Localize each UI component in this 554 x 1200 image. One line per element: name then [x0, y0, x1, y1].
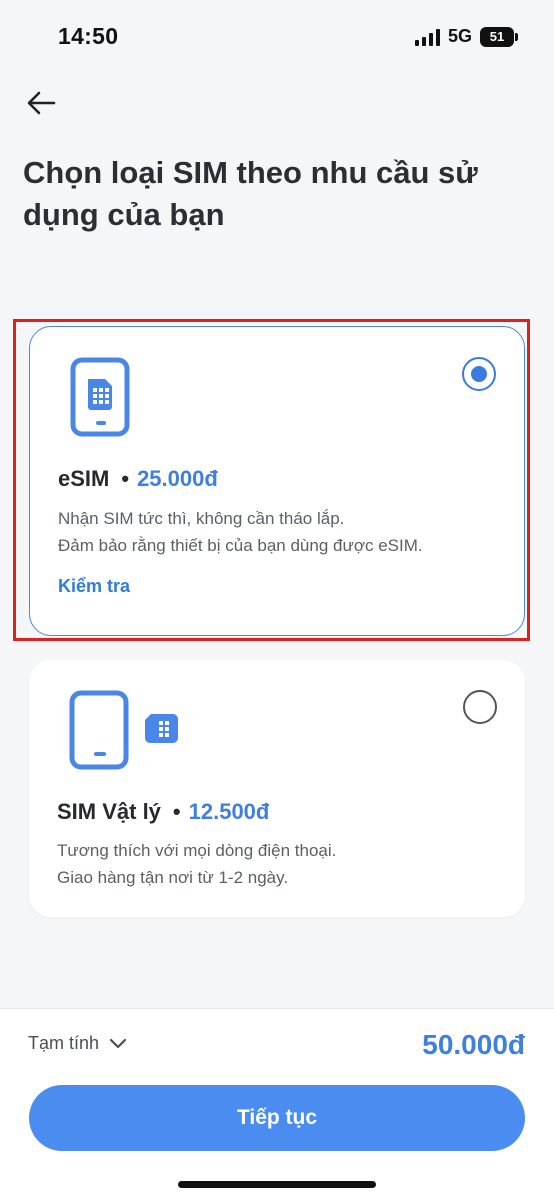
chevron-down-icon — [109, 1038, 127, 1048]
status-time: 14:50 — [58, 23, 119, 49]
physical-sim-price: 12.500đ — [188, 799, 270, 824]
physical-sim-option-card[interactable]: SIM Vật lý • 12.500đ Tương thích với mọi… — [29, 660, 525, 917]
subtotal-label: Tạm tính — [28, 1033, 100, 1053]
physical-sim-radio[interactable] — [463, 690, 497, 724]
status-bar: 14:50 5G 51 — [0, 0, 554, 76]
subtotal-toggle[interactable]: Tạm tính — [28, 1033, 127, 1054]
physical-sim-title-row: SIM Vật lý • 12.500đ — [57, 799, 269, 825]
continue-button[interactable]: Tiếp tục — [29, 1085, 525, 1151]
physical-sim-desc-line-1: Tương thích với mọi dòng điện thoại. — [57, 841, 337, 860]
signal-icon — [414, 28, 440, 46]
status-icons: 5G 51 — [414, 26, 518, 47]
physical-sim-desc-line-2: Giao hàng tận nơi từ 1-2 ngày. — [57, 868, 289, 887]
page-title: Chọn loại SIM theo nhu cầu sử dụng của b… — [23, 155, 478, 232]
arrow-left-icon — [27, 91, 56, 115]
battery-icon: 51 — [480, 26, 518, 47]
total-price: 50.000đ — [422, 1029, 525, 1060]
selection-highlight-box — [13, 319, 530, 641]
back-button[interactable] — [24, 86, 58, 120]
physical-sim-name: SIM Vật lý — [57, 799, 161, 824]
separator-dot: • — [172, 799, 181, 824]
physical-sim-icon — [69, 690, 189, 775]
physical-sim-description: Tương thích với mọi dòng điện thoại. Gia… — [57, 837, 336, 891]
network-type: 5G — [447, 26, 472, 46]
home-indicator — [178, 1181, 376, 1188]
